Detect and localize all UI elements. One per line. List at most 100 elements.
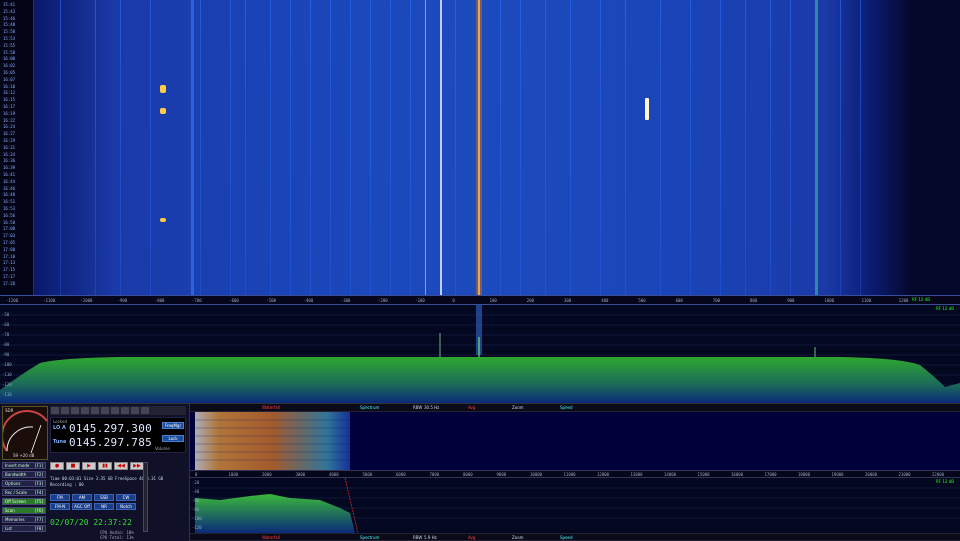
avg-toggle[interactable]: Avg xyxy=(468,405,475,410)
time-label: 16:48 xyxy=(3,192,16,198)
transport-button[interactable]: ■ xyxy=(66,462,80,470)
audio-freq-tick: 22000 xyxy=(932,472,945,477)
mode-button[interactable]: Notch xyxy=(116,503,136,510)
lo-frequency[interactable]: 0145.297.300 xyxy=(69,422,152,435)
time-label: 17:20 xyxy=(3,280,16,286)
audio-db-label: -40 xyxy=(192,489,200,494)
mode-button[interactable]: SSB xyxy=(94,494,114,501)
time-label: 16:46 xyxy=(3,185,16,191)
main-waterfall[interactable]: 15:41 15:43 15:46 15:48 15:50 15:53 15:55 15:58… xyxy=(0,0,960,295)
audio-waterfall-plot xyxy=(195,412,350,470)
freq-tick: 600 xyxy=(675,298,683,303)
audio-freq-tick: 4000 xyxy=(329,472,339,477)
toolbar xyxy=(50,406,186,415)
time-label: 15:46 xyxy=(3,15,16,21)
record-icon[interactable] xyxy=(71,407,79,414)
lo-tag: LO A xyxy=(53,425,66,431)
mode-button[interactable]: AM xyxy=(72,494,92,501)
side-button[interactable]: Options [F3] xyxy=(2,480,46,487)
freq-tick: -900 xyxy=(117,298,128,303)
waterfall-toggle-2[interactable]: Waterfall xyxy=(262,535,280,540)
time-label: 17:10 xyxy=(3,253,16,259)
time-label: 16:44 xyxy=(3,178,16,184)
tune-frequency[interactable]: 0145.297.785 xyxy=(69,436,152,449)
scan-icon[interactable] xyxy=(91,407,99,414)
speed-label[interactable]: Speed xyxy=(560,405,573,410)
audio-waterfall[interactable] xyxy=(190,412,960,470)
freq-tick: 100 xyxy=(489,298,497,303)
close-icon[interactable] xyxy=(141,407,149,414)
side-button[interactable]: Scan [F6] xyxy=(2,507,46,514)
side-button[interactable]: Bandwidth [F2] xyxy=(2,471,46,478)
freq-manager-button[interactable]: FreqMgr xyxy=(162,422,184,429)
transport-button[interactable]: ▶▶ xyxy=(130,462,144,470)
mode-button[interactable]: CW xyxy=(116,494,136,501)
time-label: 17:15 xyxy=(3,267,16,273)
rbw-value-2[interactable]: 5.9 Hz xyxy=(424,535,437,540)
audio-freq-tick: 11000 xyxy=(563,472,576,477)
mode-button[interactable]: FM xyxy=(50,494,70,501)
info-icon[interactable] xyxy=(121,407,129,414)
side-button[interactable]: Invert mode [F1] xyxy=(2,462,46,469)
db-label: -70 xyxy=(2,332,10,337)
lock-button[interactable]: Lock xyxy=(162,435,184,442)
spectrum-plot xyxy=(0,305,960,403)
time-scale: 15:41 15:43 15:46 15:48 15:50 15:53 15:55 15:58… xyxy=(0,0,34,295)
time-label: 16:53 xyxy=(3,206,16,211)
memory-icon[interactable] xyxy=(101,407,109,414)
side-button-key: [F3] xyxy=(35,481,43,486)
transport-button[interactable]: ▶ xyxy=(82,462,96,470)
freq-tick: -1200 xyxy=(6,298,19,303)
time-label: 15:41 xyxy=(3,2,16,7)
audio-icon[interactable] xyxy=(81,407,89,414)
side-button[interactable]: Off Screen [F5] xyxy=(2,498,46,505)
audio-freq-tick: 20000 xyxy=(865,472,878,477)
audio-freq-tick: 13000 xyxy=(630,472,643,477)
freq-tick: 400 xyxy=(601,298,609,303)
play-icon[interactable] xyxy=(61,407,69,414)
freq-tick: 0 xyxy=(452,298,455,303)
audio-frequency-axis: 0 1000 2000 3000 4000 5000 6000 7000 8000 9000 100… xyxy=(190,470,960,478)
audio-freq-tick: 10000 xyxy=(530,472,543,477)
transport-button[interactable]: ● xyxy=(50,462,64,470)
clock: 02/07/20 22:37:22 xyxy=(50,518,132,527)
main-spectrum[interactable]: RF 12 dB -50 -60 -70 -80 -90 -100 -110 -120 -130 xyxy=(0,305,960,403)
volume-slider[interactable] xyxy=(143,462,148,532)
cpu-stats: CPU Audio: 10% CPU Total: 11% xyxy=(100,530,134,540)
avg-toggle-2[interactable]: Avg xyxy=(468,535,475,540)
spectrum-toggle[interactable]: Spectrum xyxy=(360,405,379,410)
audio-freq-tick: 2000 xyxy=(262,472,272,477)
side-button-key: [F1] xyxy=(35,463,43,468)
time-label: 15:50 xyxy=(3,29,16,35)
zoom-label-2[interactable]: Zoom xyxy=(512,535,524,540)
time-label: 17:00 xyxy=(3,226,16,232)
s-meter: SDR S9 +20 dB xyxy=(1,406,48,460)
speed-label-2[interactable]: Speed xyxy=(560,535,573,540)
audio-spectrum[interactable]: RF 12 dB -20 -40 -60 -80 -100 -120 xyxy=(190,477,960,534)
audio-freq-tick: 16000 xyxy=(731,472,744,477)
transport-button[interactable]: ◀◀ xyxy=(114,462,128,470)
zoom-label[interactable]: Zoom xyxy=(512,405,524,410)
spectrum-toggle-2[interactable]: Spectrum xyxy=(360,535,379,540)
time-label: 16:22 xyxy=(3,117,16,123)
zoom-icon[interactable] xyxy=(111,407,119,414)
freq-tick: -300 xyxy=(340,298,351,303)
audio-freq-tick: 5000 xyxy=(362,472,373,477)
side-button[interactable]: Memories [F7] xyxy=(2,516,46,523)
settings-icon[interactable] xyxy=(51,407,59,414)
mode-button[interactable]: FM-N xyxy=(50,503,70,510)
brand-label: SDR xyxy=(5,408,14,413)
side-button[interactable]: List [F8] xyxy=(2,525,46,532)
side-button[interactable]: Rec / Scale [F4] xyxy=(2,489,46,496)
db-label: -120 xyxy=(2,382,12,387)
mode-button[interactable]: NR xyxy=(94,503,114,510)
mode-button[interactable]: AGC Off xyxy=(72,503,92,510)
db-label: -50 xyxy=(2,312,10,317)
waterfall-toggle[interactable]: Waterfall xyxy=(262,405,280,410)
mode-row-1: FM AM SSB CW xyxy=(50,494,136,501)
rbw-value[interactable]: 30.5 Hz xyxy=(424,405,439,410)
db-label: -80 xyxy=(2,342,10,347)
transport-button[interactable]: ▮▮ xyxy=(98,462,112,470)
tools-icon[interactable] xyxy=(131,407,139,414)
audio-freq-tick: 18000 xyxy=(798,472,811,477)
